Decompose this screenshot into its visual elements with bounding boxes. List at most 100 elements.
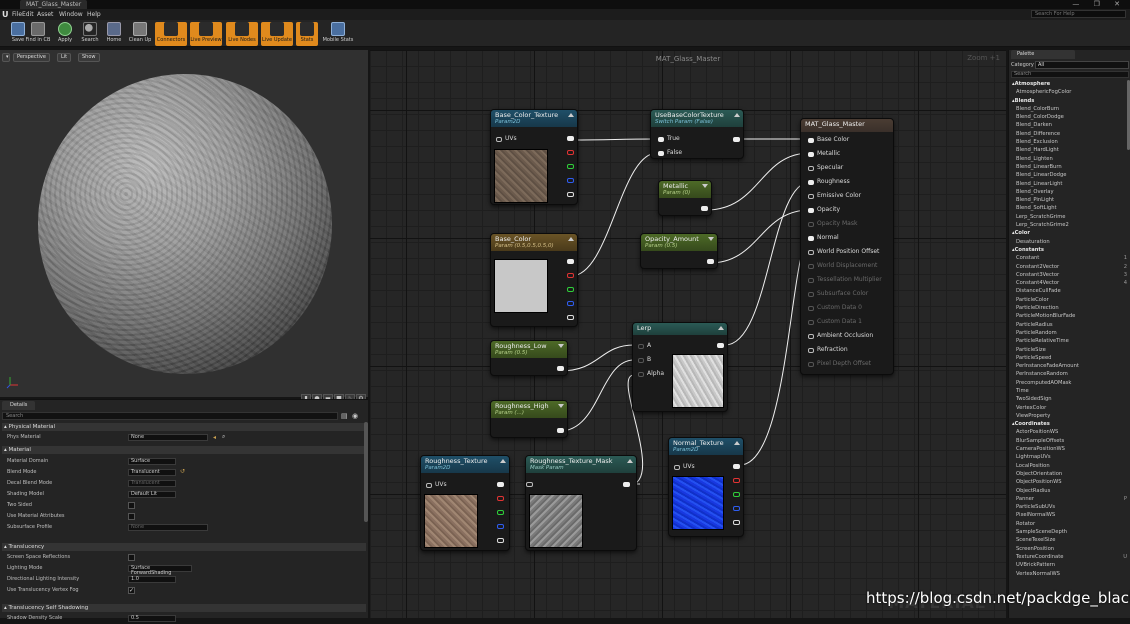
palette-item[interactable]: ParticleRadius: [1011, 321, 1129, 329]
palette-item[interactable]: Desaturation: [1011, 238, 1129, 246]
palette-item[interactable]: UVBrickPattern: [1011, 561, 1129, 569]
palette-category[interactable]: ▴Blends: [1011, 97, 1129, 105]
lighting-mode-select[interactable]: Surface ForwardShading: [128, 565, 192, 576]
live-nodes-button[interactable]: Live Nodes: [226, 22, 258, 46]
palette-item[interactable]: SampleSceneDepth: [1011, 528, 1129, 536]
expand-arrow-icon[interactable]: [702, 184, 708, 188]
menu-file[interactable]: File: [12, 9, 22, 20]
palette-item[interactable]: ActorPositionWS: [1011, 428, 1129, 436]
phys-material-picker[interactable]: None: [128, 434, 208, 441]
palette-category[interactable]: ▴Coordinates: [1011, 420, 1129, 428]
view-options-icon[interactable]: ▤: [341, 412, 348, 420]
pin-true[interactable]: True: [658, 135, 680, 143]
pin-normal[interactable]: Normal: [808, 234, 839, 242]
palette-item[interactable]: Blend_HardLight: [1011, 146, 1129, 154]
palette-item[interactable]: DistanceCullFade: [1011, 287, 1129, 295]
out-b-pin[interactable]: [567, 301, 574, 306]
out-rgb-pin[interactable]: [497, 482, 504, 487]
in-pin[interactable]: [526, 482, 533, 487]
collapse-arrow-icon[interactable]: [627, 459, 633, 463]
palette-item[interactable]: VertexNormalWS: [1011, 570, 1129, 578]
pin-uvs[interactable]: UVs: [674, 463, 695, 471]
palette-item[interactable]: ParticleSize: [1011, 346, 1129, 354]
out-pin[interactable]: [717, 343, 724, 348]
shading-model-select[interactable]: Default Lit: [128, 491, 176, 498]
out-a-pin[interactable]: [567, 315, 574, 320]
clean-up-button[interactable]: Clean Up: [124, 22, 156, 46]
help-search-input[interactable]: Search For Help: [1031, 10, 1126, 18]
connectors-button[interactable]: Connectors: [155, 22, 187, 46]
material-domain-select[interactable]: Surface: [128, 458, 176, 465]
pin-b[interactable]: B: [638, 356, 651, 364]
palette-item[interactable]: Constant 1: [1011, 254, 1129, 262]
palette-item[interactable]: BlurSampleOffsets: [1011, 437, 1129, 445]
perspective-button[interactable]: Perspective: [13, 53, 50, 62]
reset-to-default-icon[interactable]: ↺: [180, 468, 185, 475]
node-roughness-texture[interactable]: Roughness_Texture Param2D UVs: [420, 455, 510, 551]
palette-item[interactable]: CameraPositionWS: [1011, 445, 1129, 453]
out-g-pin[interactable]: [733, 492, 740, 497]
node-normal-texture[interactable]: Normal_Texture Param2D UVs: [668, 437, 744, 537]
palette-item[interactable]: ParticleColor: [1011, 296, 1129, 304]
shadow-density-scale-input[interactable]: 0.5: [128, 615, 176, 622]
browse-search-icon[interactable]: ⌕: [222, 433, 225, 441]
node-roughness-low[interactable]: Roughness_Low Param (0.5): [490, 340, 568, 376]
palette-item[interactable]: ParticleSubUVs: [1011, 503, 1129, 511]
palette-item[interactable]: SceneTexelSize: [1011, 536, 1129, 544]
palette-item[interactable]: ParticleRandom: [1011, 329, 1129, 337]
palette-item[interactable]: Blend_Darken: [1011, 121, 1129, 129]
node-use-base-color-texture[interactable]: UseBaseColorTexture Switch Param (False) …: [650, 109, 744, 159]
details-scrollbar[interactable]: [364, 422, 368, 522]
out-pin[interactable]: [701, 206, 708, 211]
node-lerp[interactable]: Lerp A B Alpha: [632, 322, 728, 412]
mobile-stats-button[interactable]: Mobile Stats: [322, 22, 354, 46]
pin-a[interactable]: A: [638, 342, 651, 350]
palette-item[interactable]: LocalPosition: [1011, 462, 1129, 470]
pin-base-color[interactable]: Base Color: [808, 136, 849, 144]
details-tab[interactable]: Details: [2, 401, 36, 410]
collapse-arrow-icon[interactable]: [500, 459, 506, 463]
out-r-pin[interactable]: [733, 478, 740, 483]
palette-item[interactable]: Blend_Exclusion: [1011, 138, 1129, 146]
use-translucency-vertex-fog-checkbox[interactable]: ✓: [128, 587, 135, 594]
palette-category[interactable]: ▴Constants: [1011, 246, 1129, 254]
palette-item[interactable]: VertexColor: [1011, 404, 1129, 412]
palette-item[interactable]: AtmosphericFogColor: [1011, 88, 1129, 96]
menu-help[interactable]: Help: [87, 9, 101, 20]
out-b-pin[interactable]: [497, 524, 504, 529]
section-material[interactable]: ▴ Material: [2, 446, 366, 454]
pin-metallic[interactable]: Metallic: [808, 150, 840, 158]
out-b-pin[interactable]: [733, 506, 740, 511]
palette-item[interactable]: Rotator: [1011, 520, 1129, 528]
pin-opacity[interactable]: Opacity: [808, 206, 840, 214]
live-update-button[interactable]: Live Update: [261, 22, 293, 46]
palette-item[interactable]: Blend_ColorDodge: [1011, 113, 1129, 121]
pin-emissive-color[interactable]: Emissive Color: [808, 192, 861, 200]
out-pin[interactable]: [623, 482, 630, 487]
out-r-pin[interactable]: [567, 273, 574, 278]
category-select[interactable]: All: [1035, 61, 1129, 69]
palette-item[interactable]: PerInstanceRandom: [1011, 370, 1129, 378]
document-tab[interactable]: MAT_Glass_Master: [20, 0, 88, 9]
palette-item[interactable]: ObjectOrientation: [1011, 470, 1129, 478]
out-pin[interactable]: [707, 259, 714, 264]
collapse-arrow-icon[interactable]: [734, 441, 740, 445]
out-a-pin[interactable]: [733, 520, 740, 525]
out-g-pin[interactable]: [497, 510, 504, 515]
pin-ambient-occlusion[interactable]: Ambient Occlusion: [808, 332, 873, 340]
palette-item[interactable]: ObjectPositionWS: [1011, 478, 1129, 486]
preview-viewport[interactable]: ▾ Perspective Lit Show ▮●▬■♨⚙: [0, 50, 368, 404]
palette-item[interactable]: Constant2Vector 2: [1011, 263, 1129, 271]
pin-roughness[interactable]: Roughness: [808, 178, 850, 186]
palette-item[interactable]: ParticleRelativeTime: [1011, 337, 1129, 345]
pin-uvs[interactable]: UVs: [496, 135, 517, 143]
live-preview-button[interactable]: Live Preview: [190, 22, 222, 46]
expand-arrow-icon[interactable]: [558, 404, 564, 408]
palette-item[interactable]: Blend_SoftLight: [1011, 204, 1129, 212]
node-roughness-texture-mask[interactable]: Roughness_Texture_Mask Mask Param: [525, 455, 637, 551]
palette-item[interactable]: ParticleDirection: [1011, 304, 1129, 312]
out-a-pin[interactable]: [567, 192, 574, 197]
palette-item[interactable]: ParticleSpeed: [1011, 354, 1129, 362]
menu-window[interactable]: Window: [59, 9, 83, 20]
node-opacity-amount[interactable]: Opacity_Amount Param (0.5): [640, 233, 718, 269]
